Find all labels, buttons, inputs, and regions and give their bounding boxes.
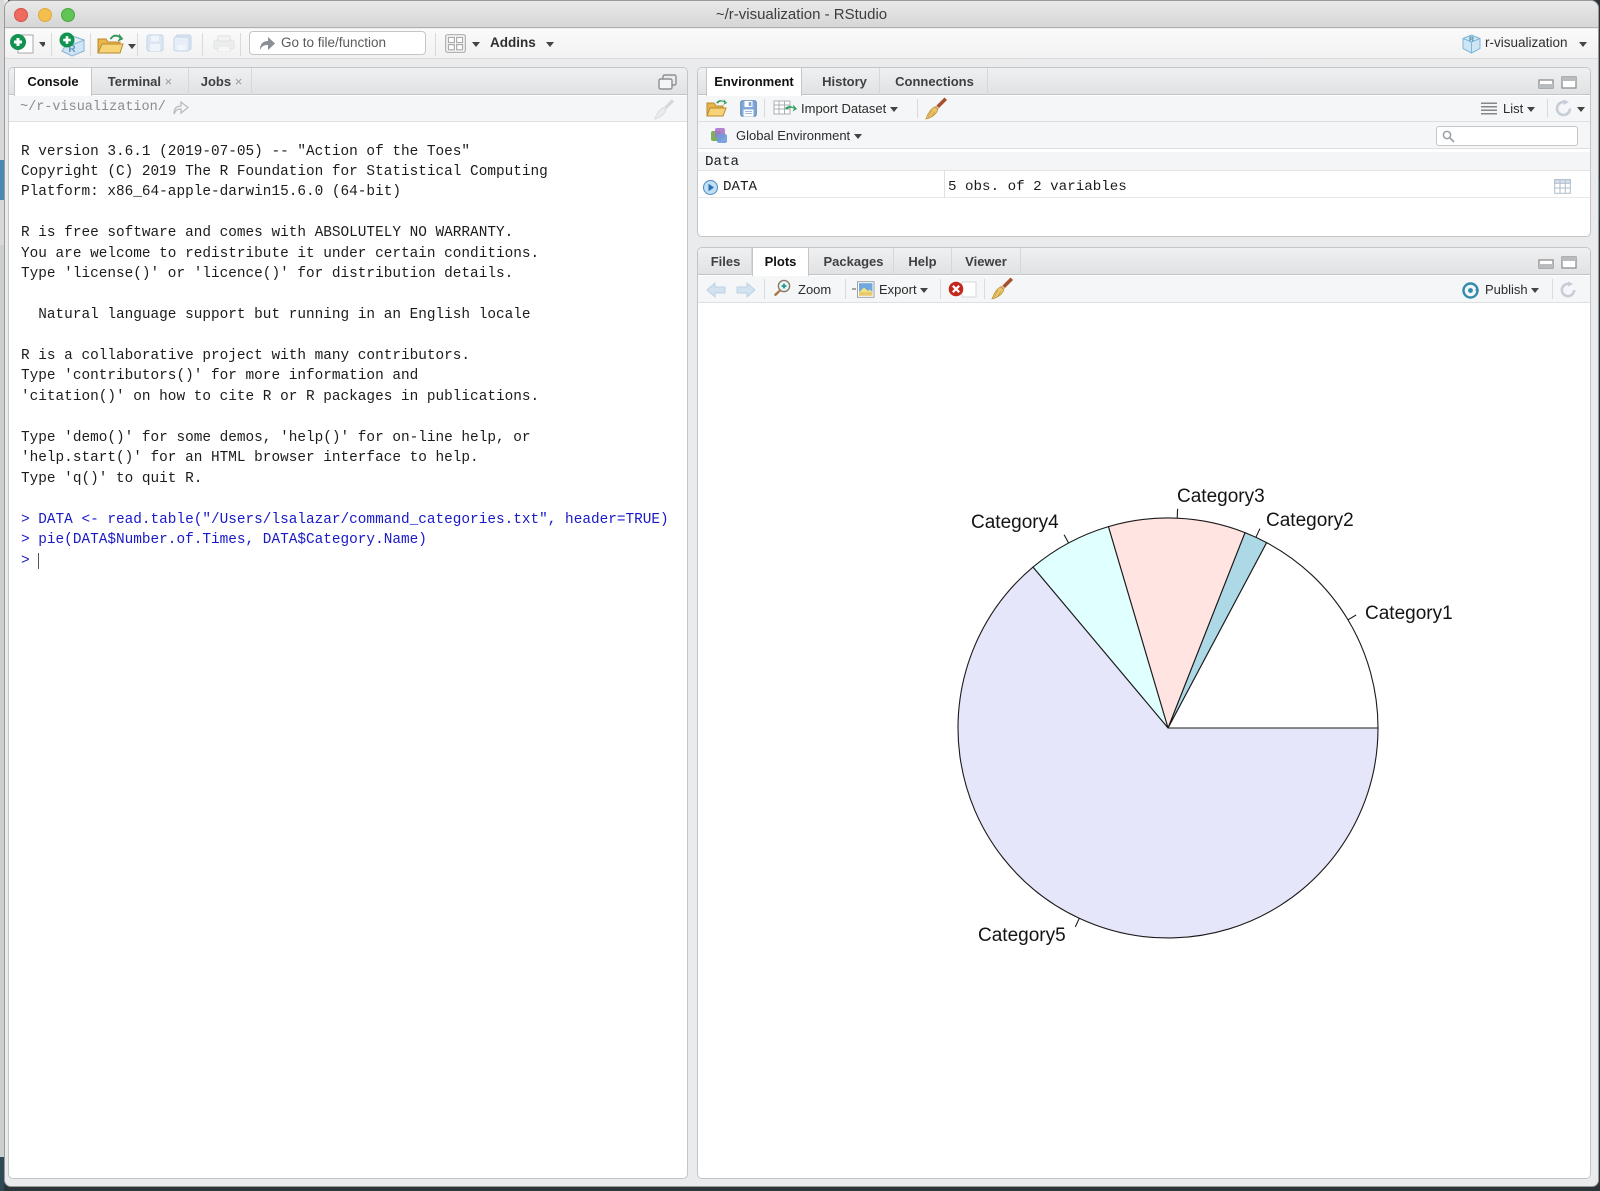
svg-text:R: R (1469, 37, 1474, 44)
